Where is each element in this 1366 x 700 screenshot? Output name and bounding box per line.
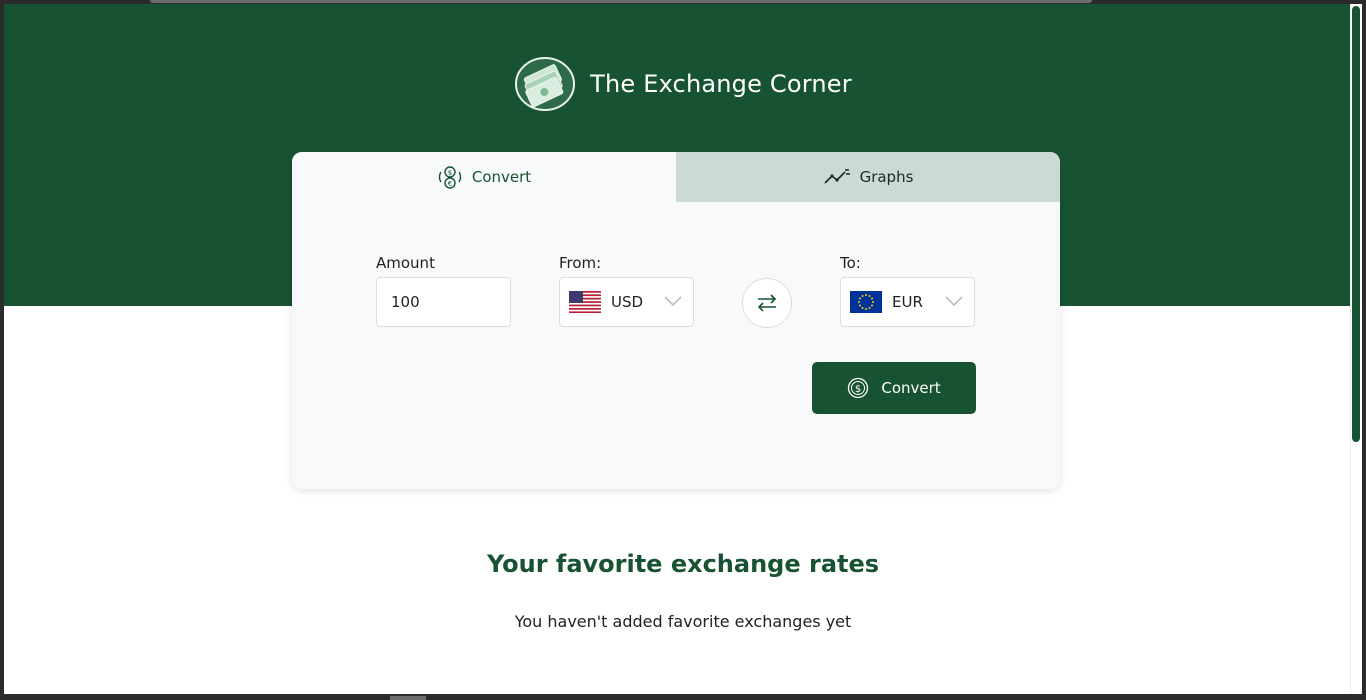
line-graph-icon [824, 169, 850, 184]
chevron-down-icon [664, 296, 682, 307]
brand-title: The Exchange Corner [590, 70, 852, 98]
to-label: To: [840, 254, 861, 272]
convert-button[interactable]: $ Convert [812, 362, 976, 414]
convert-button-label: Convert [881, 379, 941, 397]
favorites-empty-message: You haven't added favorite exchanges yet [514, 612, 852, 631]
tab-graphs-label: Graphs [859, 168, 914, 186]
swap-arrows-icon [757, 294, 777, 312]
swap-currencies-button[interactable] [742, 278, 792, 328]
browser-top-edge [150, 0, 1092, 3]
currency-exchange-icon: $ € [438, 166, 461, 189]
from-currency-code: USD [611, 293, 644, 311]
amount-label: Amount [376, 254, 435, 272]
eu-flag-icon [850, 291, 882, 313]
svg-text:€: € [448, 180, 452, 188]
to-currency-code: EUR [892, 293, 923, 311]
tab-graphs[interactable]: Graphs [676, 152, 1060, 202]
from-currency-select[interactable]: USD [559, 277, 694, 327]
tab-convert-label: Convert [471, 168, 532, 186]
from-label: From: [559, 254, 602, 272]
chevron-down-icon [945, 296, 963, 307]
window-bottom-edge [390, 696, 426, 700]
us-flag-icon [569, 291, 601, 313]
tab-convert[interactable]: $ € Convert [292, 152, 676, 202]
tab-bar: $ € Convert Graphs [292, 152, 1060, 202]
page-viewport: The Exchange Corner $ € Convert Graphs A… [4, 4, 1362, 694]
converter-card: $ € Convert Graphs Amount 100 From: USD … [292, 152, 1060, 489]
scrollbar[interactable] [1350, 4, 1362, 694]
svg-text:$: $ [855, 384, 861, 395]
brand-header: The Exchange Corner [4, 56, 1362, 112]
scrollbar-thumb[interactable] [1352, 6, 1360, 442]
dollar-coin-icon: $ [848, 377, 869, 399]
amount-input[interactable] [376, 277, 511, 327]
svg-text:$: $ [448, 169, 452, 177]
money-bills-logo-icon [515, 57, 576, 111]
to-currency-select[interactable]: EUR [840, 277, 975, 327]
favorites-title: Your favorite exchange rates [486, 550, 880, 578]
